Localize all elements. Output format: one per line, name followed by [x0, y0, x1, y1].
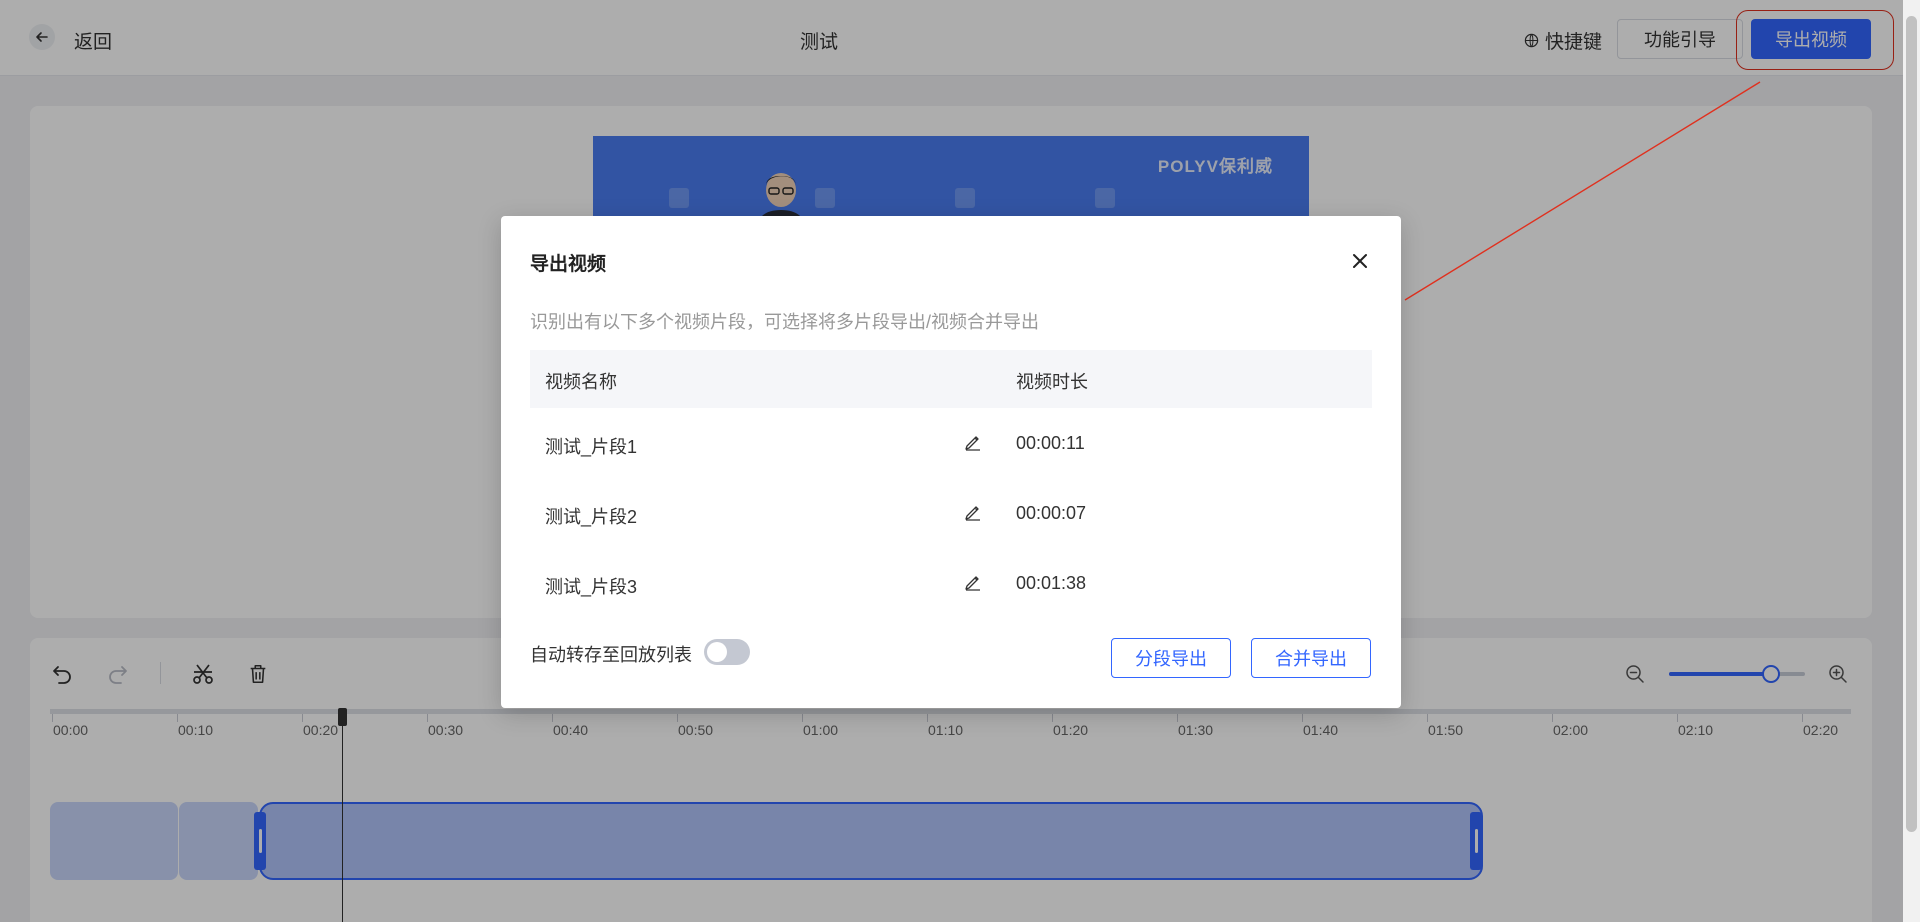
table-header: 视频名称 视频时长: [530, 350, 1372, 408]
column-header-name: 视频名称: [545, 372, 617, 392]
segment-name: 测试_片段1: [545, 437, 638, 457]
segment-duration: 00:00:11: [1016, 433, 1085, 453]
dialog-title: 导出视频: [530, 254, 607, 275]
column-header-duration: 视频时长: [1016, 372, 1088, 392]
scrollbar-thumb[interactable]: [1906, 16, 1917, 832]
toggle-knob: [707, 642, 727, 662]
pencil-icon: [965, 576, 980, 591]
auto-save-label: 自动转存至回放列表: [530, 645, 692, 665]
segment-name: 测试_片段2: [545, 507, 638, 527]
table-row: 测试_片段3 00:01:38: [530, 548, 1372, 618]
segment-name: 测试_片段3: [545, 577, 638, 597]
table-row: 测试_片段1 00:00:11: [530, 408, 1372, 478]
table-row: 测试_片段2 00:00:07: [530, 478, 1372, 548]
merge-export-button[interactable]: 合并导出: [1251, 638, 1371, 678]
segment-export-button[interactable]: 分段导出: [1111, 638, 1231, 678]
pencil-icon: [965, 436, 980, 451]
segment-duration: 00:00:07: [1016, 503, 1087, 523]
auto-save-toggle[interactable]: [704, 639, 750, 665]
close-button[interactable]: [1349, 250, 1371, 272]
segment-duration: 00:01:38: [1016, 573, 1087, 593]
dialog-description: 识别出有以下多个视频片段，可选择将多片段导出/视频合并导出: [530, 312, 1039, 332]
edit-name-button[interactable]: [962, 571, 984, 593]
export-video-dialog: 导出视频 识别出有以下多个视频片段，可选择将多片段导出/视频合并导出 视频名称 …: [501, 216, 1401, 708]
edit-name-button[interactable]: [962, 431, 984, 453]
pencil-icon: [965, 506, 980, 521]
edit-name-button[interactable]: [962, 501, 984, 523]
close-icon: [1353, 254, 1367, 268]
